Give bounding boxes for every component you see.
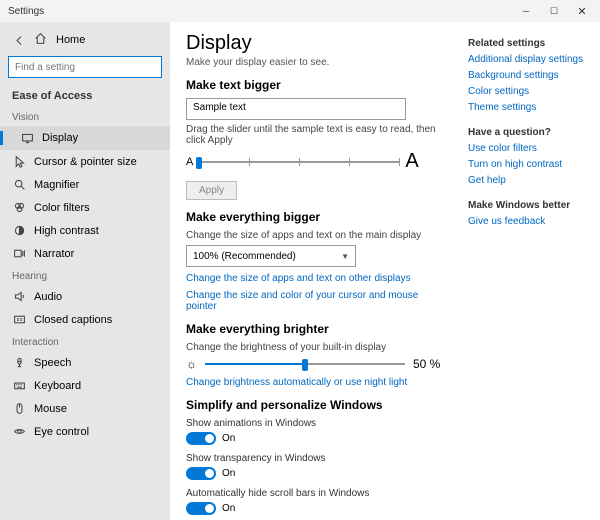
question-link-2[interactable]: Get help <box>468 175 592 186</box>
contrast-icon <box>12 224 26 237</box>
sidebar-item-mouse[interactable]: Mouse <box>0 397 170 420</box>
brighter-hint: Change the brightness of your built-in d… <box>186 342 444 353</box>
chevron-down-icon: ▼ <box>341 252 349 261</box>
text-bigger-heading: Make text bigger <box>186 78 444 92</box>
sidebar-item-eye[interactable]: Eye control <box>0 420 170 443</box>
magnifier-icon <box>12 178 26 191</box>
sidebar-item-label: Audio <box>34 291 62 303</box>
eye-icon <box>12 425 26 438</box>
home-link[interactable]: Home <box>56 34 85 46</box>
sidebar-item-label: Color filters <box>34 202 90 214</box>
page-subtitle: Make your display easier to see. <box>186 57 444 68</box>
brightness-value: 50 % <box>413 357 440 371</box>
text-size-slider[interactable] <box>199 155 399 169</box>
right-column: Related settings Additional display sett… <box>460 22 600 520</box>
sidebar-item-label: Closed captions <box>34 314 112 326</box>
better-heading: Make Windows better <box>468 200 592 211</box>
sidebar-item-label: Display <box>42 132 78 144</box>
big-a-label: A <box>405 150 418 173</box>
transparency-toggle[interactable] <box>186 467 216 480</box>
sidebar-item-magnifier[interactable]: Magnifier <box>0 173 170 196</box>
search-field[interactable] <box>15 62 155 73</box>
close-button[interactable]: ✕ <box>568 0 596 22</box>
back-icon[interactable] <box>12 34 26 47</box>
scrollbars-label: Automatically hide scroll bars in Window… <box>186 488 444 499</box>
sidebar-item-label: Cursor & pointer size <box>34 156 137 168</box>
question-link-0[interactable]: Use color filters <box>468 143 592 154</box>
sidebar-item-label: Narrator <box>34 248 74 260</box>
sidebar-item-speech[interactable]: Speech <box>0 351 170 374</box>
transparency-label: Show transparency in Windows <box>186 453 444 464</box>
everything-bigger-hint: Change the size of apps and text on the … <box>186 230 444 241</box>
category-label: Interaction <box>0 331 170 351</box>
sidebar-item-contrast[interactable]: High contrast <box>0 219 170 242</box>
sidebar-item-display[interactable]: Display <box>0 126 170 150</box>
content-area: Display Make your display easier to see.… <box>170 22 460 520</box>
related-link-1[interactable]: Background settings <box>468 70 592 81</box>
cc-icon <box>12 313 26 326</box>
related-link-3[interactable]: Theme settings <box>468 102 592 113</box>
sidebar-item-narrator[interactable]: Narrator <box>0 242 170 265</box>
sidebar-item-label: Keyboard <box>34 380 81 392</box>
home-icon <box>34 32 48 48</box>
scrollbars-toggle[interactable] <box>186 502 216 515</box>
brightness-slider[interactable] <box>205 357 405 371</box>
titlebar: Settings ─ ☐ ✕ <box>0 0 600 22</box>
animations-label: Show animations in Windows <box>186 418 444 429</box>
audio-icon <box>12 290 26 303</box>
apply-button[interactable]: Apply <box>186 181 237 200</box>
sidebar-item-keyboard[interactable]: Keyboard <box>0 374 170 397</box>
brightness-icon: ☼ <box>186 357 197 371</box>
transparency-state: On <box>222 468 235 479</box>
speech-icon <box>12 356 26 369</box>
sidebar-item-cursor[interactable]: Cursor & pointer size <box>0 150 170 173</box>
question-heading: Have a question? <box>468 127 592 138</box>
question-link-1[interactable]: Turn on high contrast <box>468 159 592 170</box>
simplify-heading: Simplify and personalize Windows <box>186 398 444 412</box>
related-link-0[interactable]: Additional display settings <box>468 54 592 65</box>
sidebar-item-label: Magnifier <box>34 179 79 191</box>
sample-text-box: Sample text <box>186 98 406 120</box>
cursor-size-link[interactable]: Change the size and color of your cursor… <box>186 290 444 312</box>
maximize-button[interactable]: ☐ <box>540 0 568 22</box>
page-title: Display <box>186 32 444 55</box>
everything-bigger-heading: Make everything bigger <box>186 210 444 224</box>
section-title: Ease of Access <box>0 84 170 106</box>
small-a-label: A <box>186 156 193 168</box>
search-input[interactable] <box>8 56 162 78</box>
sidebar-item-label: Mouse <box>34 403 67 415</box>
color-icon <box>12 201 26 214</box>
display-icon <box>20 132 34 145</box>
category-label: Vision <box>0 106 170 126</box>
minimize-button[interactable]: ─ <box>512 0 540 22</box>
night-light-link[interactable]: Change brightness automatically or use n… <box>186 377 444 388</box>
sidebar-item-audio[interactable]: Audio <box>0 285 170 308</box>
mouse-icon <box>12 402 26 415</box>
scrollbars-state: On <box>222 503 235 514</box>
sidebar: Home Ease of Access Vision Display Cursor … <box>0 22 170 520</box>
related-heading: Related settings <box>468 38 592 49</box>
animations-toggle[interactable] <box>186 432 216 445</box>
better-link-0[interactable]: Give us feedback <box>468 216 592 227</box>
sidebar-item-label: Eye control <box>34 426 89 438</box>
cursor-icon <box>12 155 26 168</box>
related-link-2[interactable]: Color settings <box>468 86 592 97</box>
keyboard-icon <box>12 379 26 392</box>
scale-value: 100% (Recommended) <box>193 251 296 262</box>
sidebar-item-label: High contrast <box>34 225 99 237</box>
text-bigger-hint: Drag the slider until the sample text is… <box>186 124 444 146</box>
scale-select[interactable]: 100% (Recommended) ▼ <box>186 245 356 267</box>
brighter-heading: Make everything brighter <box>186 322 444 336</box>
sidebar-item-color[interactable]: Color filters <box>0 196 170 219</box>
sidebar-item-label: Speech <box>34 357 71 369</box>
animations-state: On <box>222 433 235 444</box>
category-label: Hearing <box>0 265 170 285</box>
narrator-icon <box>12 247 26 260</box>
other-displays-link[interactable]: Change the size of apps and text on othe… <box>186 273 444 284</box>
sidebar-item-cc[interactable]: Closed captions <box>0 308 170 331</box>
window-title: Settings <box>8 6 44 17</box>
